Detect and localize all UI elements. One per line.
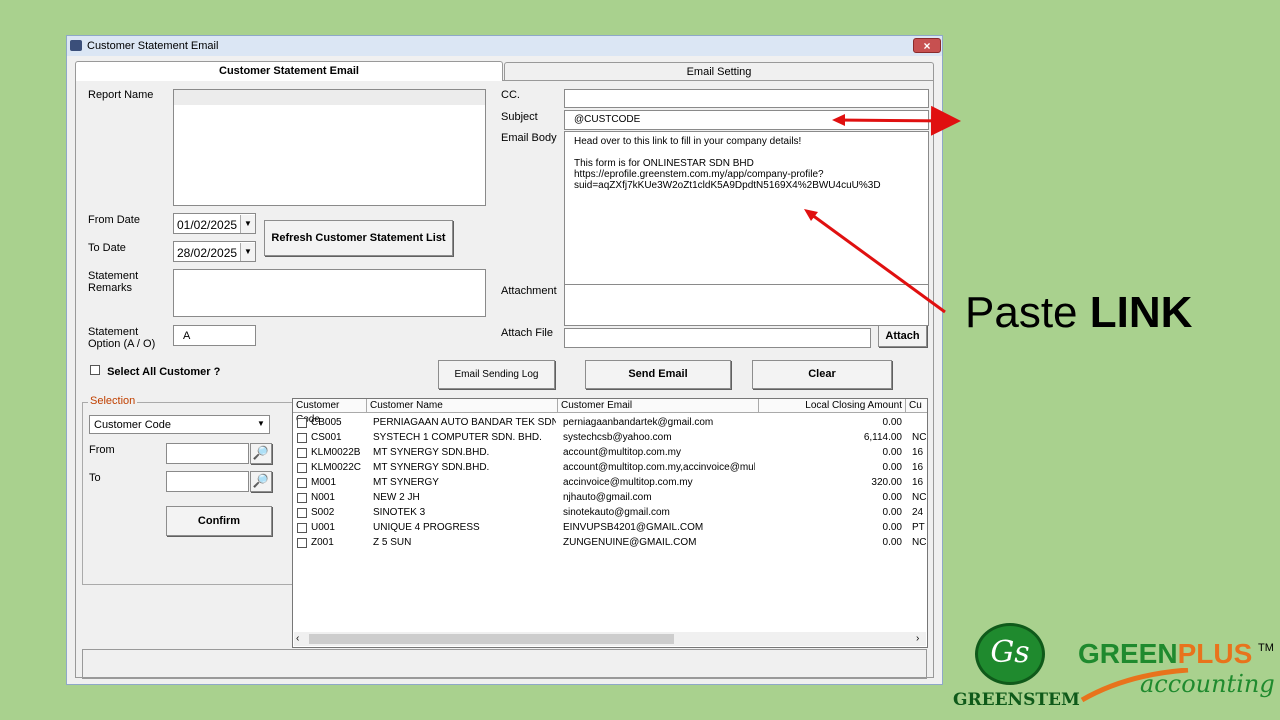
tab-customer-statement-email[interactable]: Customer Statement Email [75, 61, 503, 81]
greenstem-logo-mark: Gs [975, 623, 1045, 685]
greenstem-logo-text: GREENSTEM [953, 690, 1080, 710]
arrow-to-subject [835, 105, 961, 136]
paste-prefix: Paste [965, 288, 1090, 337]
greenplus-logo: GREENPLUS [1078, 638, 1252, 670]
annotation-arrows [804, 105, 961, 314]
greenplus-orange: PLUS [1177, 638, 1253, 669]
greenplus-green: GREEN [1078, 638, 1178, 669]
trademark: TM [1258, 642, 1274, 654]
swoosh-icon [1080, 668, 1189, 703]
paste-link-annotation: Paste LINK [965, 288, 1192, 338]
arrow-to-email-body [807, 210, 946, 314]
arrow-head [832, 114, 845, 126]
paste-link-bold: LINK [1089, 288, 1193, 337]
